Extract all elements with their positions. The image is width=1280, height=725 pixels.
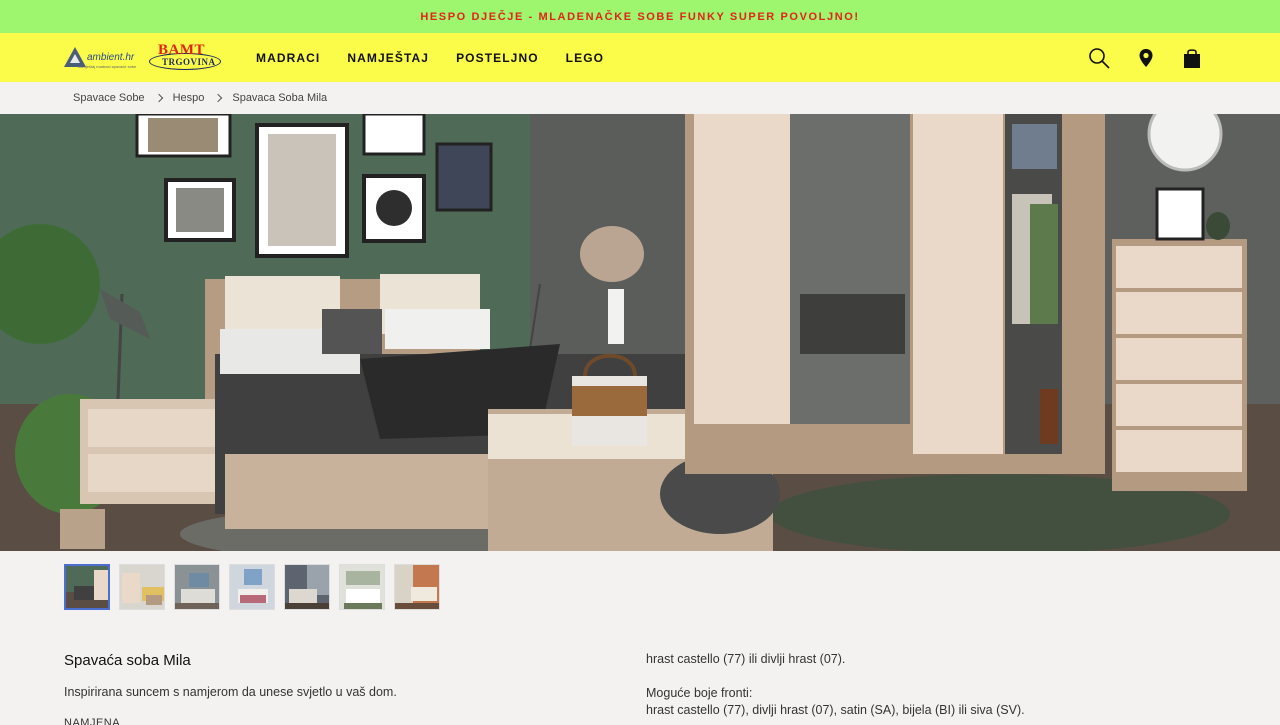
nav-namjestaj[interactable]: NAMJEŠTAJ bbox=[347, 51, 429, 65]
breadcrumb-current: Spavaca Soba Mila bbox=[232, 92, 328, 104]
search-icon[interactable] bbox=[1088, 47, 1110, 69]
ambient-logo-text: ambient.hr bbox=[87, 51, 135, 63]
main-nav: MADRACI NAMJEŠTAJ POSTELJNO LEGO bbox=[256, 33, 631, 82]
site-header: ambient.hr namještaj madraci spavaće sob… bbox=[0, 33, 1280, 82]
thumbnail-2[interactable] bbox=[119, 564, 165, 610]
breadcrumb-hespo[interactable]: Hespo bbox=[173, 92, 205, 104]
product-description: Inspirirana suncem s namjerom da unese s… bbox=[64, 685, 397, 699]
promo-banner[interactable]: HESPO DJEČJE - MLADENAČKE SOBE FUNKY SUP… bbox=[0, 0, 1280, 33]
promo-text[interactable]: HESPO DJEČJE - MLADENAČKE SOBE FUNKY SUP… bbox=[420, 11, 859, 23]
thumbnail-4[interactable] bbox=[229, 564, 275, 610]
nav-lego[interactable]: LEGO bbox=[566, 51, 604, 65]
breadcrumb: Spavace Sobe Hespo Spavaca Soba Mila bbox=[73, 92, 327, 104]
product-main-image[interactable] bbox=[0, 114, 1280, 551]
thumbnail-strip bbox=[64, 564, 440, 610]
ambient-logo-tagline: namještaj madraci spavaće sobe bbox=[78, 64, 137, 69]
thumbnail-3[interactable] bbox=[174, 564, 220, 610]
bamt-logo[interactable]: BAMT TRGOVINA bbox=[149, 42, 221, 72]
spec-line-fronts-colors: hrast castello (77), divlji hrast (07), … bbox=[646, 703, 1025, 717]
location-pin-icon[interactable] bbox=[1135, 47, 1157, 69]
breadcrumb-spavace-sobe[interactable]: Spavace Sobe bbox=[73, 92, 145, 104]
spec-line-material: hrast castello (77) ili divlji hrast (07… bbox=[646, 652, 846, 666]
thumbnail-6[interactable] bbox=[339, 564, 385, 610]
section-label-namjena: NAMJENA bbox=[64, 717, 121, 725]
product-title: Spavaća soba Mila bbox=[64, 652, 191, 669]
spec-line-fronts-heading: Moguće boje fronti: bbox=[646, 686, 753, 700]
nav-madraci[interactable]: MADRACI bbox=[256, 51, 320, 65]
thumbnail-5[interactable] bbox=[284, 564, 330, 610]
shopping-bag-icon[interactable] bbox=[1181, 47, 1203, 69]
bamt-logo-line2: TRGOVINA bbox=[162, 57, 216, 67]
thumbnail-7[interactable] bbox=[394, 564, 440, 610]
thumbnail-1[interactable] bbox=[64, 564, 110, 610]
chevron-right-icon bbox=[214, 93, 223, 103]
nav-posteljno[interactable]: POSTELJNO bbox=[456, 51, 539, 65]
chevron-right-icon bbox=[154, 93, 163, 103]
ambient-logo[interactable]: ambient.hr namještaj madraci spavaće sob… bbox=[64, 43, 142, 71]
product-specs: hrast castello (77) ili divlji hrast (07… bbox=[646, 651, 1025, 719]
